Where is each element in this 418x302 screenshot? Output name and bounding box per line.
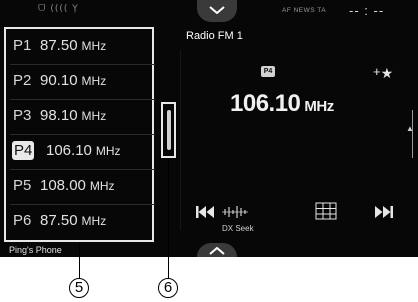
callout-line bbox=[79, 242, 80, 278]
clock: -- : -- bbox=[349, 3, 385, 18]
status-icons: ᗜ (((( Ỵ bbox=[38, 4, 79, 14]
star-icon: ★ bbox=[380, 65, 394, 81]
preset-number: P4 bbox=[12, 141, 35, 160]
divider bbox=[10, 169, 155, 170]
scroll-thumb[interactable] bbox=[167, 110, 171, 150]
preset-item-p3[interactable]: P3 98.10 MHz bbox=[10, 101, 150, 133]
current-frequency: 106.10 MHz bbox=[230, 90, 334, 118]
divider bbox=[10, 99, 155, 100]
preset-unit: MHz bbox=[95, 144, 121, 158]
preset-number: P3 bbox=[13, 107, 32, 124]
preset-unit: MHz bbox=[81, 214, 107, 228]
scroll-handle[interactable] bbox=[161, 102, 176, 158]
preset-frequency: 108.00 bbox=[40, 177, 86, 194]
preset-item-p1[interactable]: P1 87.50 MHz bbox=[10, 31, 150, 63]
dx-seek-label: DX Seek bbox=[222, 224, 254, 233]
preset-frequency: 106.10 bbox=[46, 142, 92, 159]
dx-seek-icon bbox=[222, 206, 248, 218]
preset-number: P6 bbox=[13, 212, 32, 229]
skip-forward-icon bbox=[375, 206, 393, 218]
chevron-up-icon bbox=[209, 247, 225, 255]
divider bbox=[10, 204, 155, 205]
callout-6: 6 bbox=[158, 278, 178, 298]
chevron-up-icon[interactable]: ▲ bbox=[406, 124, 414, 133]
af-news-ta-indicator: AF NEWS TA bbox=[282, 7, 327, 14]
skip-back-icon bbox=[196, 206, 214, 218]
preset-frequency: 98.10 bbox=[40, 107, 78, 124]
phone-name: Ping's Phone bbox=[9, 245, 62, 255]
preset-unit: MHz bbox=[89, 179, 115, 193]
preset-item-p6[interactable]: P6 87.50 MHz bbox=[10, 206, 150, 238]
radio-screen: ᗜ (((( Ỵ AF NEWS TA -- : -- Radio FM 1 P… bbox=[0, 0, 418, 257]
divider bbox=[10, 64, 155, 65]
divider bbox=[10, 134, 155, 135]
preset-item-p4[interactable]: P4 106.10 MHz bbox=[10, 136, 150, 168]
prev-button[interactable] bbox=[196, 205, 214, 223]
preset-number: P5 bbox=[13, 177, 32, 194]
band-label: Radio FM 1 bbox=[186, 30, 243, 42]
preset-frequency: 87.50 bbox=[40, 212, 78, 229]
current-preset-badge: P4 bbox=[261, 66, 275, 77]
next-button[interactable] bbox=[375, 205, 393, 223]
preset-frequency: 90.10 bbox=[40, 72, 78, 89]
preset-unit: MHz bbox=[81, 109, 107, 123]
top-tab-button[interactable] bbox=[197, 0, 237, 22]
dx-seek-button[interactable] bbox=[222, 205, 248, 224]
divider bbox=[180, 50, 181, 230]
callout-5: 5 bbox=[69, 278, 89, 298]
preset-unit: MHz bbox=[81, 74, 107, 88]
preset-number: P2 bbox=[13, 72, 32, 89]
bottom-tab-button[interactable] bbox=[197, 243, 237, 257]
preset-frequency: 87.50 bbox=[40, 37, 78, 54]
preset-list: P1 87.50 MHz P2 90.10 MHz P3 98.10 MHz P4 1… bbox=[4, 27, 155, 242]
preset-grid-button[interactable] bbox=[315, 202, 337, 225]
preset-grid-icon bbox=[315, 202, 337, 220]
preset-item-p5[interactable]: P5 108.00 MHz bbox=[10, 171, 150, 203]
current-frequency-value: 106.10 bbox=[230, 90, 301, 117]
plus-sign: + bbox=[373, 64, 381, 79]
right-edge-line bbox=[412, 110, 413, 158]
chevron-down-icon bbox=[209, 6, 225, 14]
add-favorite-button[interactable]: +★ bbox=[373, 64, 393, 82]
preset-number: P1 bbox=[13, 37, 32, 54]
preset-item-p2[interactable]: P2 90.10 MHz bbox=[10, 66, 150, 98]
preset-unit: MHz bbox=[81, 39, 107, 53]
callout-line bbox=[168, 158, 169, 278]
current-frequency-unit: MHz bbox=[304, 98, 334, 115]
